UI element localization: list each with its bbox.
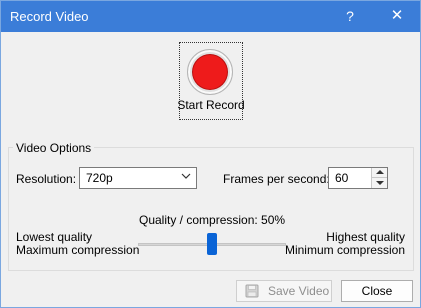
help-button[interactable]: ? — [337, 5, 363, 27]
title-bar[interactable]: Record Video ? ✕ — [1, 1, 420, 32]
fps-increment-button[interactable] — [371, 168, 387, 178]
resolution-select[interactable]: 720p — [79, 167, 197, 189]
chevron-down-icon — [181, 173, 191, 179]
close-button[interactable]: Close — [341, 280, 413, 302]
record-video-dialog: Record Video ? ✕ Start Record Video Opti… — [0, 0, 421, 308]
fps-decrement-button[interactable] — [371, 178, 387, 188]
record-dot — [193, 55, 227, 89]
lowest-quality-label: Lowest quality — [16, 230, 93, 244]
window-title: Record Video — [10, 9, 89, 24]
resolution-label: Resolution: — [16, 172, 77, 186]
save-video-button[interactable]: Save Video — [236, 280, 332, 302]
quality-slider[interactable] — [138, 232, 286, 256]
highest-quality-label: Highest quality — [326, 230, 405, 244]
maximum-compression-label: Maximum compression — [16, 243, 140, 257]
minimum-compression-label: Minimum compression — [284, 243, 405, 257]
save-video-label: Save Video — [268, 284, 330, 298]
start-record-label: Start Record — [177, 98, 245, 112]
start-record-button[interactable]: Start Record — [177, 42, 245, 120]
window-close-button[interactable]: ✕ — [382, 5, 412, 27]
arrow-down-icon — [376, 181, 384, 185]
video-options-label: Video Options — [13, 141, 95, 155]
slider-thumb[interactable] — [207, 233, 217, 255]
resolution-value: 720p — [86, 171, 113, 185]
fps-spinbox[interactable]: 60 — [328, 167, 388, 189]
fps-value: 60 — [335, 171, 349, 185]
record-icon — [187, 49, 233, 95]
fps-label: Frames per second: — [223, 172, 330, 186]
quality-caption: Quality / compression: 50% — [139, 213, 286, 227]
arrow-up-icon — [376, 170, 384, 174]
floppy-disk-icon — [245, 284, 259, 298]
